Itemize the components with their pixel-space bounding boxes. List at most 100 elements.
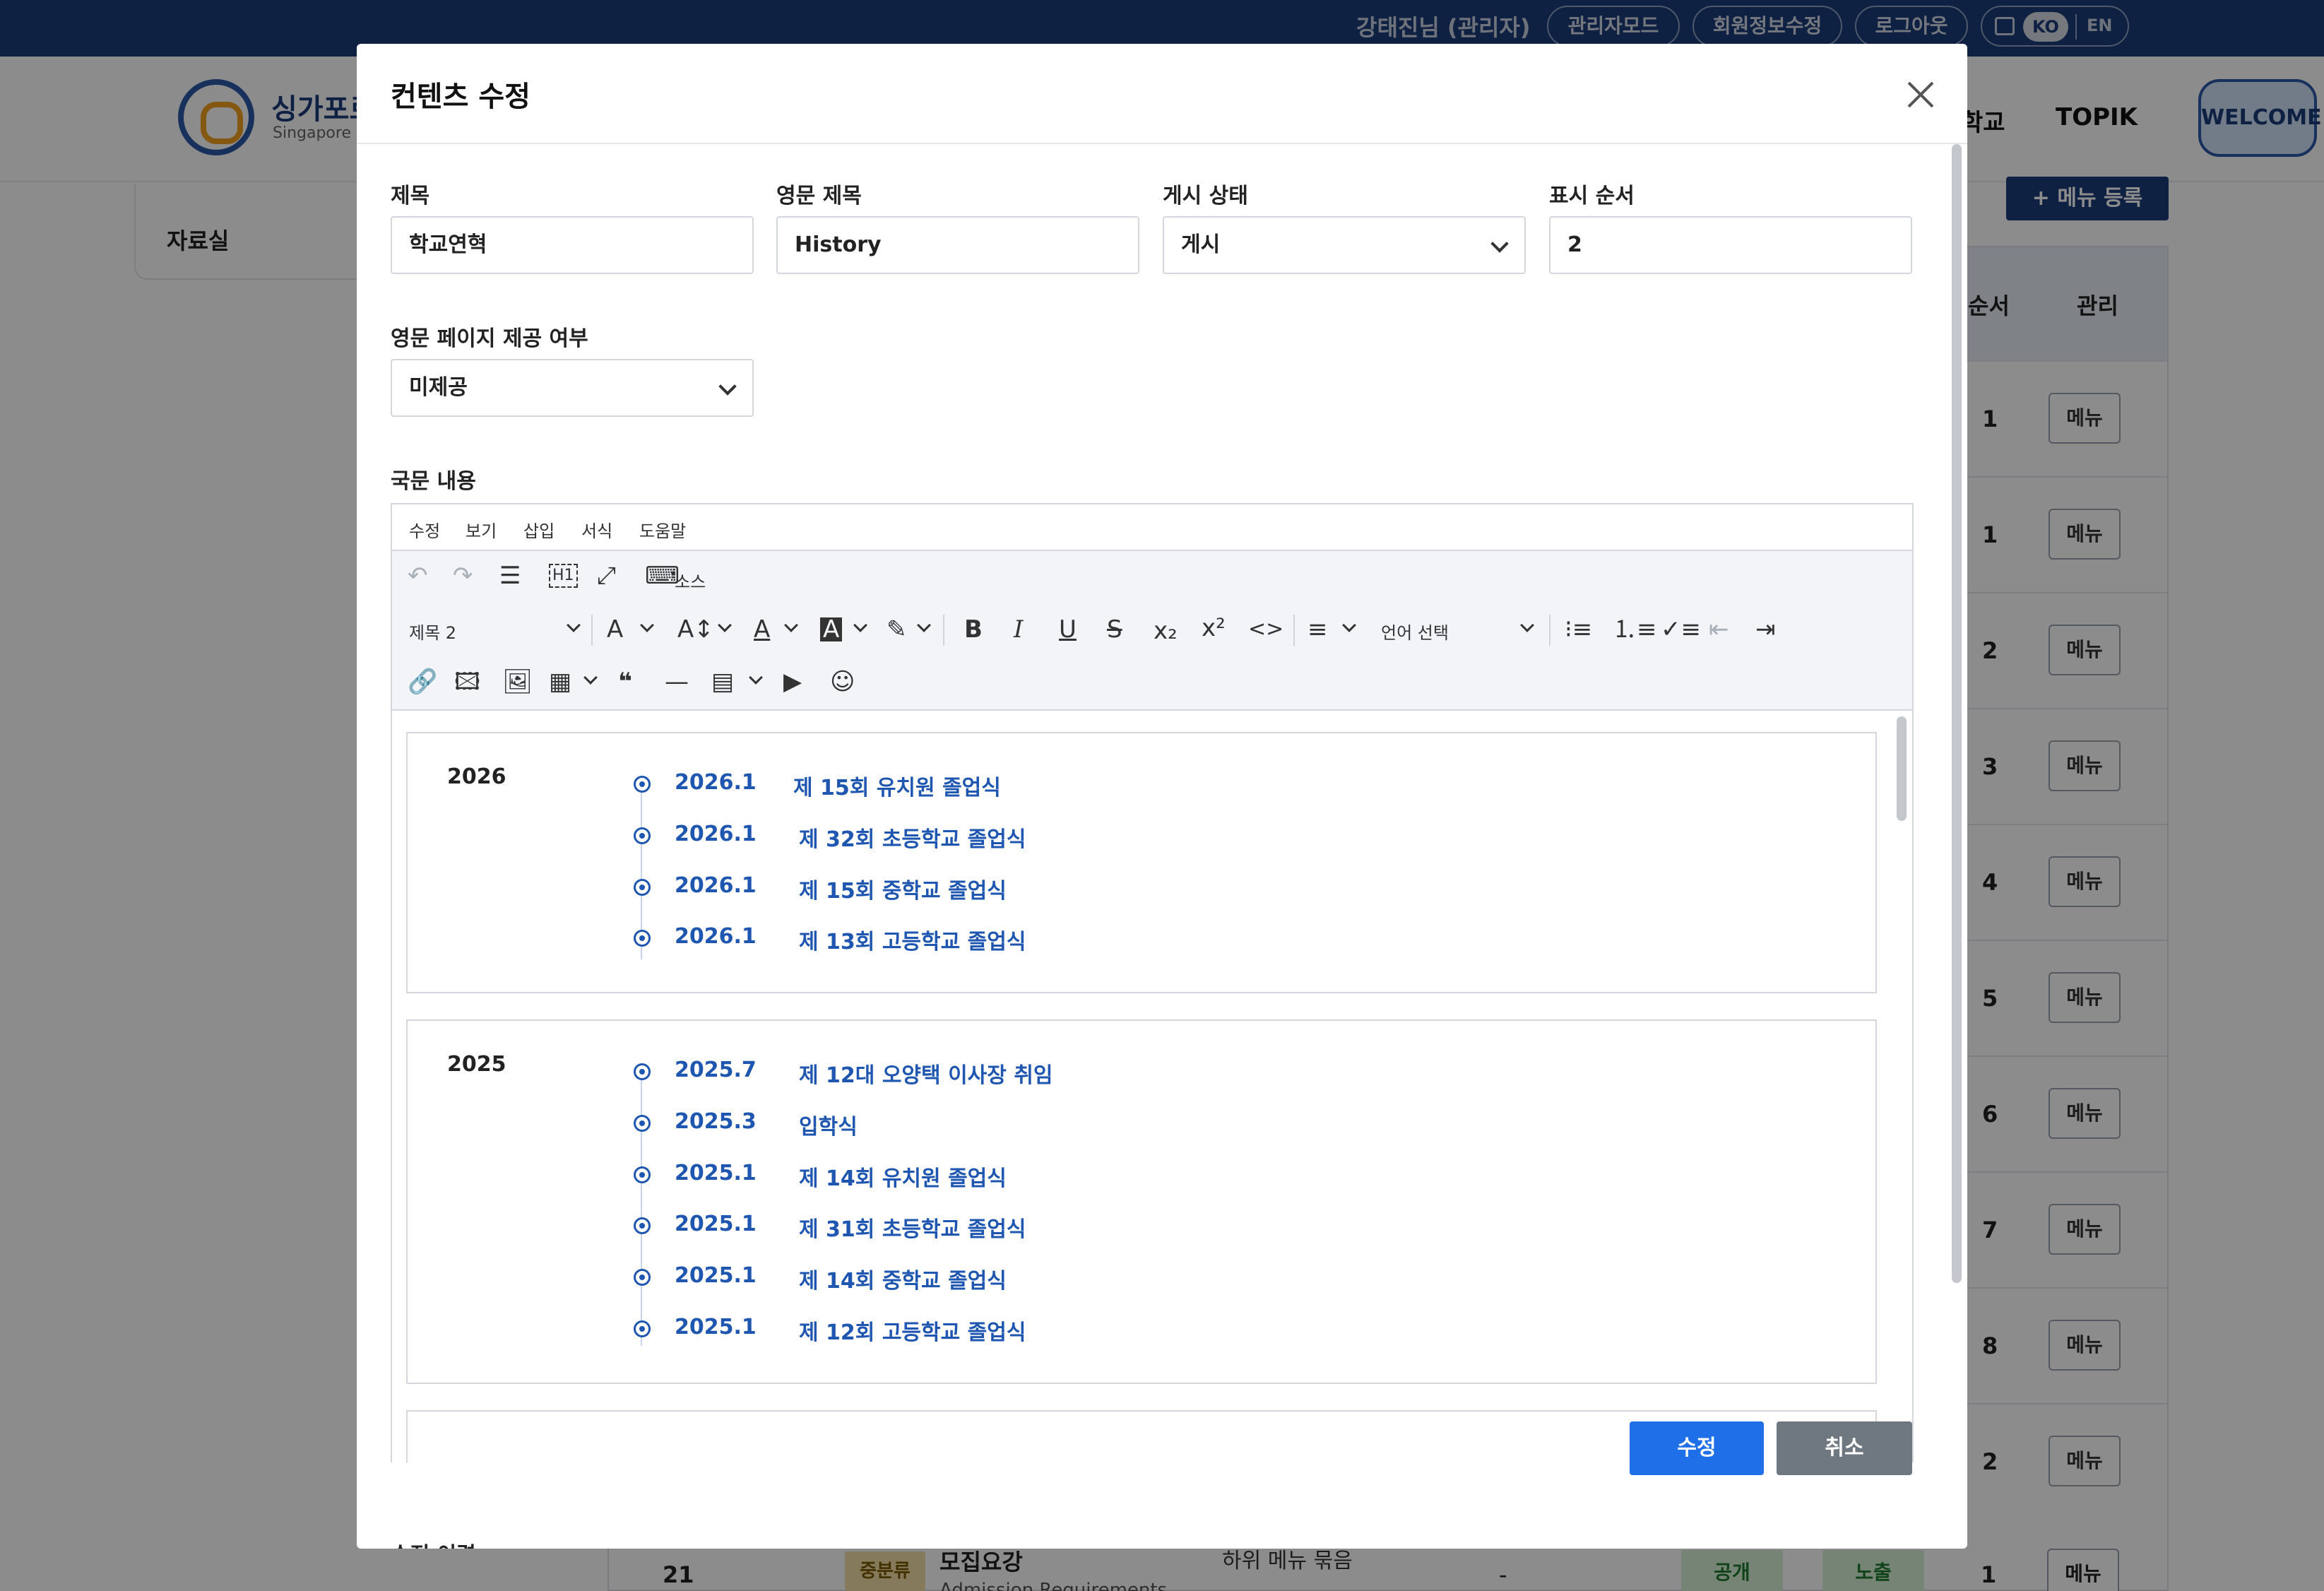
blockquote-icon[interactable]: ❝ bbox=[618, 670, 632, 694]
timeline-text: 제 31회 초등학교 졸업식 bbox=[799, 1217, 1026, 1242]
close-icon[interactable] bbox=[1904, 78, 1938, 112]
emoji-icon[interactable]: ☺ bbox=[830, 670, 855, 694]
chevron-down-icon bbox=[917, 618, 931, 632]
timeline-dot-icon bbox=[634, 827, 651, 844]
menu-format[interactable]: 서식 bbox=[581, 517, 612, 542]
editor-menubar: 수정 보기 삽입 서식 도움말 bbox=[392, 504, 1912, 551]
timeline-date: 2026.1 bbox=[675, 924, 757, 949]
redo-icon[interactable]: ↷ bbox=[453, 564, 473, 588]
timeline-text: 제 12대 오양택 이사장 취임 bbox=[799, 1063, 1053, 1088]
table-icon[interactable]: ▦ bbox=[549, 670, 571, 694]
chevron-down-icon bbox=[718, 377, 737, 396]
timeline-year: 2026 bbox=[447, 764, 506, 789]
order-input[interactable]: 2 bbox=[1549, 216, 1912, 274]
select-all-icon[interactable]: ☰ bbox=[499, 564, 521, 588]
timeline-text: 입학식 bbox=[799, 1115, 858, 1140]
font-size-icon[interactable]: A bbox=[607, 617, 623, 641]
checklist-icon[interactable]: ✓≡ bbox=[1661, 617, 1701, 641]
numbered-list-icon[interactable]: ⒈≡ bbox=[1613, 617, 1657, 641]
timeline-dot-icon bbox=[634, 930, 651, 947]
en-page-select[interactable]: 미제공 bbox=[391, 359, 754, 417]
upload-image-icon[interactable]: 🖼 bbox=[502, 670, 533, 694]
title-input[interactable]: 학교연혁 bbox=[391, 216, 754, 274]
modal-header: 컨텐츠 수정 bbox=[357, 44, 1967, 144]
highlight-icon[interactable]: ✎ bbox=[887, 617, 907, 641]
chevron-down-icon bbox=[1520, 618, 1534, 632]
title-label: 제목 bbox=[391, 184, 430, 208]
timeline-text: 제 15회 중학교 졸업식 bbox=[799, 879, 1007, 904]
chevron-down-icon bbox=[1342, 618, 1356, 632]
en-title-input[interactable]: History bbox=[776, 216, 1139, 274]
toolbar-divider bbox=[1293, 615, 1295, 646]
editor-content[interactable]: 2026 2026.1 제 15회 유치원 졸업식 2026.1 제 32회 초… bbox=[392, 711, 1912, 1462]
timeline-date: 2025.3 bbox=[675, 1109, 757, 1134]
en-title-label: 영문 제목 bbox=[776, 184, 862, 208]
timeline-dot-icon bbox=[634, 1217, 651, 1234]
align-icon[interactable]: ≡ bbox=[1308, 617, 1328, 641]
timeline-year-block: 2025 2025.7 제 12대 오양택 이사장 취임 2025.3 입학식 … bbox=[406, 1019, 1877, 1384]
menu-insert[interactable]: 삽입 bbox=[523, 517, 555, 542]
timeline-date: 2025.7 bbox=[675, 1058, 757, 1082]
chevron-down-icon bbox=[784, 618, 798, 632]
underline-icon[interactable]: U bbox=[1059, 617, 1077, 641]
chevron-down-icon bbox=[749, 670, 763, 685]
editor-scrollbar[interactable] bbox=[1897, 716, 1907, 821]
subscript-icon[interactable]: x₂ bbox=[1154, 619, 1178, 643]
chevron-down-icon bbox=[583, 670, 598, 685]
content-edit-modal: 컨텐츠 수정 제목 학교연혁 영문 제목 History 게시 상태 게시 표시… bbox=[357, 44, 1967, 1549]
timeline-date: 2025.1 bbox=[675, 1161, 757, 1185]
bullet-list-icon[interactable]: ⁝≡ bbox=[1565, 617, 1592, 641]
timeline-dot-icon bbox=[634, 879, 651, 896]
status-select[interactable]: 게시 bbox=[1163, 216, 1526, 274]
cancel-button[interactable]: 취소 bbox=[1777, 1421, 1912, 1475]
undo-icon[interactable]: ↶ bbox=[408, 564, 428, 588]
en-page-select-value: 미제공 bbox=[409, 375, 468, 400]
timeline-date: 2025.1 bbox=[675, 1315, 757, 1339]
timeline-line bbox=[641, 1070, 642, 1346]
chevron-down-icon bbox=[853, 618, 867, 632]
modal-scrollbar[interactable] bbox=[1952, 144, 1962, 1283]
chevron-down-icon bbox=[567, 618, 581, 632]
block-format-select[interactable]: 제목 2 bbox=[409, 619, 456, 644]
timeline-dot-icon bbox=[634, 1269, 651, 1286]
editor-toolbar: ↶ ↷ ☰ H1 ⤢ ⌨ 소스 제목 2 A A↕ A A ✎ B I U S bbox=[392, 551, 1912, 711]
timeline-text: 제 13회 고등학교 졸업식 bbox=[799, 930, 1026, 954]
timeline-year: 2025 bbox=[447, 1052, 506, 1077]
line-height-icon[interactable]: A↕ bbox=[677, 617, 714, 641]
submit-button[interactable]: 수정 bbox=[1630, 1421, 1764, 1475]
menu-help[interactable]: 도움말 bbox=[639, 517, 686, 542]
bold-icon[interactable]: B bbox=[964, 617, 983, 641]
history-label: 수정 이력 bbox=[391, 1537, 476, 1549]
order-label: 표시 순서 bbox=[1549, 184, 1635, 208]
menu-edit[interactable]: 수정 bbox=[409, 517, 440, 542]
source-label[interactable]: 소스 bbox=[675, 568, 706, 593]
timeline-dot-icon bbox=[634, 1115, 651, 1132]
language-select[interactable]: 언어 선택 bbox=[1381, 619, 1449, 644]
timeline-date: 2025.1 bbox=[675, 1212, 757, 1236]
status-label: 게시 상태 bbox=[1163, 184, 1248, 208]
outdent-icon[interactable]: ⇤ bbox=[1709, 617, 1729, 641]
menu-view[interactable]: 보기 bbox=[466, 517, 497, 542]
timeline-text: 제 12회 고등학교 졸업식 bbox=[799, 1320, 1026, 1345]
modal-title: 컨텐츠 수정 bbox=[391, 81, 530, 113]
fullscreen-icon[interactable]: ⤢ bbox=[597, 564, 616, 588]
strikethrough-icon[interactable]: S bbox=[1107, 617, 1122, 641]
italic-icon[interactable]: I bbox=[1014, 617, 1023, 641]
text-color-icon[interactable]: A bbox=[754, 617, 770, 641]
chevron-down-icon bbox=[1490, 235, 1509, 253]
timeline-date: 2026.1 bbox=[675, 822, 757, 846]
background-color-icon[interactable]: A bbox=[820, 617, 843, 641]
media-icon[interactable]: ▶ bbox=[783, 670, 802, 694]
indent-icon[interactable]: ⇥ bbox=[1755, 617, 1776, 641]
timeline-date: 2026.1 bbox=[675, 770, 757, 795]
toolbar-divider bbox=[943, 615, 944, 646]
horizontal-line-icon[interactable]: — bbox=[665, 670, 689, 694]
image-icon[interactable]: 🖾 bbox=[454, 670, 480, 694]
timeline-text: 제 15회 유치원 졸업식 bbox=[793, 776, 1001, 800]
template-icon[interactable]: ▤ bbox=[711, 670, 734, 694]
status-select-value: 게시 bbox=[1181, 232, 1221, 257]
superscript-icon[interactable]: x² bbox=[1202, 616, 1226, 640]
code-icon[interactable]: <> bbox=[1248, 619, 1283, 640]
heading-icon[interactable]: H1 bbox=[549, 564, 578, 588]
link-icon[interactable]: 🔗 bbox=[408, 670, 437, 694]
